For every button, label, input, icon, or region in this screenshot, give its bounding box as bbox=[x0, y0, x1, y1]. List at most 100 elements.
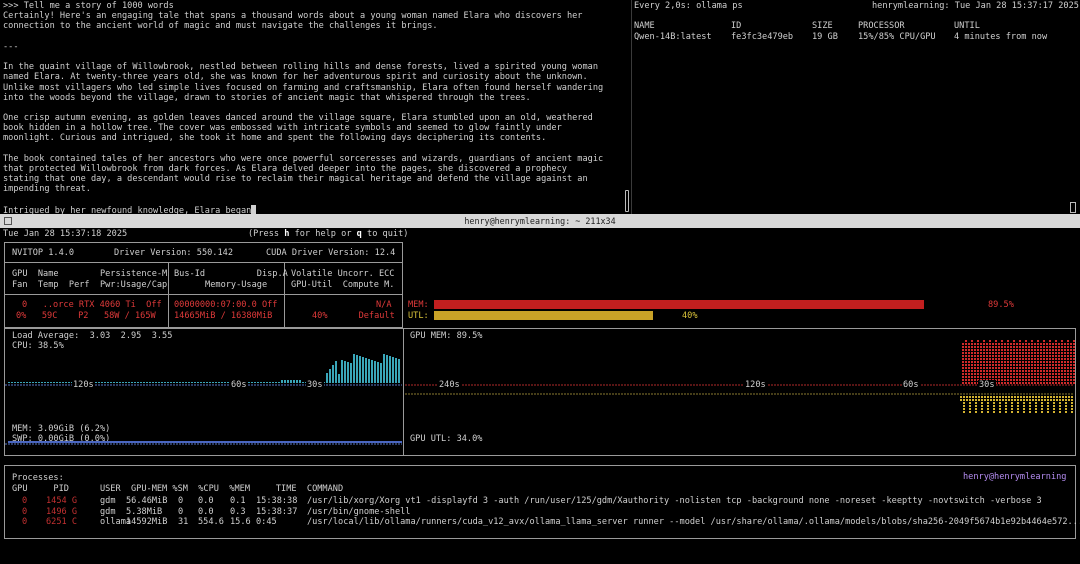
terminal-title-bar[interactable]: henry@henrymlearning: ~ 211x34 bbox=[0, 214, 1080, 228]
gpu-mem-graph-dot bbox=[1013, 379, 1015, 381]
gpu-mem-graph-dot bbox=[1004, 355, 1006, 357]
gpu-mem-graph-dot bbox=[1025, 376, 1027, 378]
cpu-graph-bar bbox=[383, 354, 385, 383]
gpu-mem-graph-dot bbox=[1034, 382, 1036, 384]
gpu-mem-graph-dot bbox=[1031, 376, 1033, 378]
gpu-mem-graph-dot bbox=[980, 355, 982, 357]
gpu-mem-graph-dot bbox=[1025, 346, 1027, 348]
gpu-mem-graph-dot bbox=[1064, 343, 1066, 345]
gpu-mem-graph-dot bbox=[1073, 364, 1075, 366]
process-user: gdm bbox=[100, 496, 116, 506]
gpu-mem-graph-dot bbox=[974, 379, 976, 381]
gpu-mem-graph-dot bbox=[1064, 373, 1066, 375]
gpu-utl-graph-dot bbox=[1041, 399, 1043, 401]
gpu-utl-graph-dot bbox=[960, 399, 962, 401]
cpu-graph-bar bbox=[146, 382, 148, 383]
gpu-utl-graph-dot bbox=[1059, 405, 1061, 407]
gpu-utl-graph-dot bbox=[987, 402, 989, 404]
gpu-mem-graph-dot bbox=[977, 340, 979, 342]
gpu-mem-graph-dot bbox=[971, 376, 973, 378]
gpu-utl-graph-dot bbox=[1044, 396, 1046, 398]
gpu-mem-graph-dot bbox=[1064, 370, 1066, 372]
gpu-utl-history-graph bbox=[960, 396, 1073, 413]
gpu-utl-graph-dot bbox=[972, 399, 974, 401]
gpu-mem-graph-dot bbox=[1001, 349, 1003, 351]
gpu-utl-graph-dot bbox=[1011, 408, 1013, 410]
gpu-mem-graph-dot bbox=[1043, 367, 1045, 369]
gpu-mem-graph-dot bbox=[965, 382, 967, 384]
gpu-mem-graph-dot bbox=[974, 355, 976, 357]
gpu-mem-graph-dot bbox=[980, 343, 982, 345]
cpu-graph-bar bbox=[272, 382, 274, 383]
gpu-mem-graph-dot bbox=[1070, 346, 1072, 348]
gpu-mem-graph-dot bbox=[1031, 373, 1033, 375]
gpu-utl-graph-dot bbox=[1065, 396, 1067, 398]
gpu-mem-graph-dot bbox=[1013, 361, 1015, 363]
gpu-mem-graph-dot bbox=[1055, 373, 1057, 375]
gpu-mem-graph-dot bbox=[971, 340, 973, 342]
cpu-graph-bar bbox=[158, 382, 160, 383]
gpu-utl-graph-dot bbox=[1059, 408, 1061, 410]
gpu-mem-graph-dot bbox=[1037, 358, 1039, 360]
gpu-utl-graph-dot bbox=[1005, 411, 1007, 413]
gpu-utl-graph-dot bbox=[1044, 399, 1046, 401]
gpu-mem-graph-dot bbox=[1067, 358, 1069, 360]
gpu-mem-graph-dot bbox=[1004, 367, 1006, 369]
ps-columns: NAME ID SIZE PROCESSOR UNTIL bbox=[634, 21, 1080, 31]
gpu-mem-graph-dot bbox=[1025, 358, 1027, 360]
gpu-mem-graph-dot bbox=[986, 343, 988, 345]
gpu-mem-graph-dot bbox=[1004, 343, 1006, 345]
gpu-mem-graph-dot bbox=[983, 370, 985, 372]
gpu-utl-graph-dot bbox=[969, 405, 971, 407]
gpu-utl-graph-dot bbox=[975, 405, 977, 407]
gpu-utl-graph-dot bbox=[999, 402, 1001, 404]
gpu-mem-graph-dot bbox=[995, 340, 997, 342]
gpu-utl-graph-dot bbox=[1032, 396, 1034, 398]
cpu-graph-bar bbox=[368, 359, 370, 383]
gpu-utl-graph-dot bbox=[987, 405, 989, 407]
gpu-mem-graph-dot bbox=[977, 370, 979, 372]
ps-scrollbar[interactable] bbox=[1070, 202, 1076, 213]
gpu-mem-graph-dot bbox=[983, 376, 985, 378]
ollama-chat-pane[interactable]: >>> Tell me a story of 1000 words Certain… bbox=[0, 0, 628, 214]
gpu-mem-graph-dot bbox=[1070, 367, 1072, 369]
gpu-mem-graph-dot bbox=[971, 382, 973, 384]
gpu-mem-graph-dot bbox=[1034, 361, 1036, 363]
gpu-mem-graph-dot bbox=[1040, 376, 1042, 378]
cpu-graph-bar bbox=[365, 358, 367, 383]
cpu-graph-bar bbox=[23, 382, 25, 383]
gpu-mem-graph-dot bbox=[1070, 349, 1072, 351]
gpu-mem-graph-dot bbox=[965, 370, 967, 372]
gpu-mem-graph-dot bbox=[1058, 376, 1060, 378]
gpu-mem-graph-dot bbox=[977, 355, 979, 357]
gpu-mem-graph-dot bbox=[1001, 352, 1003, 354]
cpu-graph-bar bbox=[140, 382, 142, 383]
gpu-utl-graph-dot bbox=[1062, 399, 1064, 401]
cpu-graph-bar bbox=[125, 382, 127, 383]
gpu-mem-graph-dot bbox=[1007, 355, 1009, 357]
gpu-mem-graph-dot bbox=[1022, 364, 1024, 366]
gpu-mem-graph-dot bbox=[1010, 373, 1012, 375]
ps-model-row: Qwen-14B:latest fe3fc3e479eb 19 GB 15%/8… bbox=[634, 32, 1080, 42]
gpu-mem-graph-dot bbox=[1010, 349, 1012, 351]
gpu-mem-graph-dot bbox=[977, 343, 979, 345]
gpu-utl-graph-dot bbox=[1071, 408, 1073, 410]
nvitop-pane[interactable]: Tue Jan 28 15:37:18 2025 (Press h for he… bbox=[0, 228, 1080, 564]
gpu-mem-graph-dot bbox=[1034, 355, 1036, 357]
cpu-graph-bar bbox=[194, 382, 196, 383]
gpu-mem-graph-dot bbox=[1034, 367, 1036, 369]
cpu-graph-bar bbox=[101, 382, 103, 383]
chat-scrollbar[interactable] bbox=[625, 190, 629, 212]
cpu-graph-bar bbox=[44, 382, 46, 383]
gpu-utl-graph-dot bbox=[984, 396, 986, 398]
gpu-mem-graph-dot bbox=[980, 370, 982, 372]
gpu-mem-graph-dot bbox=[989, 343, 991, 345]
gpu-utl-graph-dot bbox=[1026, 399, 1028, 401]
gpu-mem-graph-dot bbox=[1055, 352, 1057, 354]
gpu-mem-graph-dot bbox=[992, 376, 994, 378]
gpu-utl-graph-dot bbox=[1047, 399, 1049, 401]
gpu-mem-graph-dot bbox=[1046, 370, 1048, 372]
gpu-mem-graph-dot bbox=[1034, 349, 1036, 351]
gpu-mem-graph-dot bbox=[971, 349, 973, 351]
cpu-tick-60s: 60s bbox=[230, 380, 248, 391]
